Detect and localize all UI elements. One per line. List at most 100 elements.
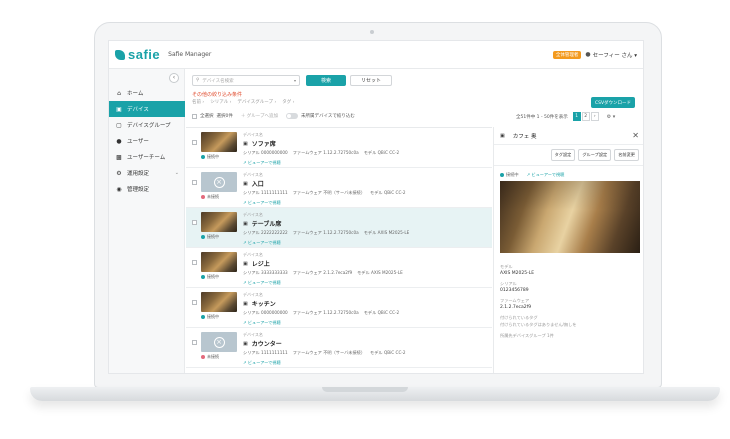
video-camera-icon: ▣ <box>500 132 505 139</box>
thumbnail-wrap: 接続中 <box>201 292 237 320</box>
sidebar-item-label: ユーザー <box>127 139 149 145</box>
laptop-camera <box>370 30 374 34</box>
search-input[interactable]: ⚲ デバイス名検索 ▾ <box>192 75 300 86</box>
sidebar-item-admin-settings[interactable]: ◉ 管理設定 <box>109 181 185 197</box>
device-row-kitchen[interactable]: 接続中 デバイス名 ▣ キッチン シリアル 0000000000 ファームウェア 1… <box>186 288 492 328</box>
open-viewer-link[interactable]: ↗ ビューアーで視聴 <box>243 240 492 246</box>
row-checkbox[interactable] <box>192 140 197 145</box>
camera-thumbnail[interactable] <box>201 292 237 312</box>
app-screen: safie Safie Manager 全体管理者 ● セーフィー さん ▾ ‹… <box>108 40 644 374</box>
open-viewer-link[interactable]: ↗ ビューアーで視聴 <box>243 200 492 206</box>
device-info: デバイス名 ▣ キッチン シリアル 0000000000 ファームウェア 1.12.… <box>243 292 492 326</box>
csv-download-button[interactable]: CSVダウンロード <box>591 97 635 108</box>
detail-actions: タグ設定 グループ設定 名前変更 <box>494 145 643 166</box>
viewer-link-label: ビューアーで視聴 <box>247 240 281 245</box>
folder-icon: ▢ <box>116 121 122 129</box>
camera-thumbnail[interactable]: × <box>201 172 237 192</box>
select-all-checkbox[interactable] <box>192 113 197 119</box>
unassigned-filter-toggle[interactable] <box>286 113 299 119</box>
device-name: キッチン <box>251 301 276 308</box>
status-dot <box>201 235 205 239</box>
camera-thumbnail[interactable] <box>201 212 237 232</box>
row-checkbox[interactable] <box>192 300 197 305</box>
home-icon: ⌂ <box>117 89 121 97</box>
open-viewer-link[interactable]: ↗ ビューアーで視聴 <box>243 280 492 286</box>
sidebar-item-users[interactable]: ● ユーザー <box>109 133 185 149</box>
filter-tag[interactable]: タグ › <box>282 99 294 105</box>
device-info: デバイス名 ▣ テーブル席 シリアル 2222222222 ファームウェア 1.12… <box>243 212 492 246</box>
sidebar-nav: ⌂ ホーム ▣ デバイス ▢ デバイスグループ ● ユーザー ▩ ユーザーチーム… <box>109 85 185 197</box>
device-row-counter[interactable]: × 未接続 デバイス名 ▣ カウンター シリアル 1111111111 ファームウェ… <box>186 328 492 368</box>
row-checkbox[interactable] <box>192 180 197 185</box>
open-viewer-link[interactable]: ↗ ビューアーで視聴 <box>527 172 565 178</box>
sidebar-item-home[interactable]: ⌂ ホーム <box>109 85 185 101</box>
logo[interactable]: safie <box>115 47 160 62</box>
row-checkbox[interactable] <box>192 220 197 225</box>
device-name-label: デバイス名 <box>243 332 263 337</box>
open-viewer-link[interactable]: ↗ ビューアーで視聴 <box>243 360 492 366</box>
admin-icon: ◉ <box>116 185 122 193</box>
sidebar-item-device-groups[interactable]: ▢ デバイスグループ <box>109 117 185 133</box>
more-filters-title[interactable]: その他の絞り込み条件 <box>192 91 242 98</box>
group-settings-button[interactable]: グループ設定 <box>578 149 612 161</box>
detail-title: カフェ 奥 <box>512 133 537 140</box>
collapse-sidebar-button[interactable]: ‹ <box>169 73 179 83</box>
viewer-link-label: ビューアーで視聴 <box>247 320 281 325</box>
device-name: カウンター <box>251 341 282 348</box>
camera-preview[interactable] <box>500 181 640 253</box>
serial-value: 0123456789 <box>500 288 529 293</box>
device-row-register[interactable]: 接続中 デバイス名 ▣ レジ上 シリアル 3333333333 ファームウェア 2.… <box>186 248 492 288</box>
thumbnail-wrap: × 未接続 <box>201 172 237 200</box>
list-settings-button[interactable]: ⚙ ▾ <box>607 114 616 120</box>
add-to-group-button[interactable]: ＋ グループへ追加 <box>241 113 278 119</box>
user-menu[interactable]: 全体管理者 ● セーフィー さん ▾ <box>552 50 637 59</box>
device-meta: シリアル 2222222222 ファームウェア 1.12.2.72750c0a モデ… <box>243 230 492 236</box>
device-name: レジ上 <box>251 261 270 268</box>
model: モデル QBiC CC-2 <box>370 350 406 355</box>
firmware: ファームウェア 不明（サーバ未接続） <box>292 350 366 355</box>
camera-thumbnail[interactable] <box>201 132 237 152</box>
thumbnail-wrap: 接続中 <box>201 252 237 280</box>
filter-device-group[interactable]: デバイスグループ › <box>237 99 276 105</box>
video-camera-icon: ▣ <box>243 140 248 147</box>
sidebar-item-user-teams[interactable]: ▩ ユーザーチーム <box>109 149 185 165</box>
reset-button[interactable]: リセット <box>350 75 392 86</box>
open-viewer-link[interactable]: ↗ ビューアーで視聴 <box>243 320 492 326</box>
camera-icon: ▣ <box>116 105 122 113</box>
device-name-line: ▣ レジ上 <box>243 259 492 269</box>
filter-name[interactable]: 名前 › <box>192 99 204 105</box>
unassigned-filter-label: 未所属デバイスで絞り込む <box>301 114 355 119</box>
device-row-entrance[interactable]: × 未接続 デバイス名 ▣ 入口 シリアル 1111111111 ファームウェア 不… <box>186 168 492 208</box>
status-text: 未接続 <box>207 354 219 359</box>
firmware-value: 2.1.2.7eca2f9 <box>500 305 532 310</box>
detail-fields: モデル AXIS M2025-LE シリアル 0123456789 ファームウェ… <box>494 253 643 345</box>
serial: シリアル 3333333333 <box>243 270 288 275</box>
status-badge: 接続中 <box>201 274 237 280</box>
logo-text: safie <box>128 47 161 62</box>
close-icon[interactable]: ✕ <box>632 131 639 140</box>
search-button[interactable]: 検索 <box>306 75 346 86</box>
device-name: ソファ席 <box>251 141 276 148</box>
sidebar-item-operation-settings[interactable]: ⚙ 運用設定 ⌄ <box>109 165 185 181</box>
device-meta: シリアル 1111111111 ファームウェア 不明（サーバ未接続） モデル QBi… <box>243 190 492 196</box>
page-2-button[interactable]: 2 <box>581 112 590 121</box>
sidebar-item-devices[interactable]: ▣ デバイス <box>109 101 185 117</box>
rename-button[interactable]: 名前変更 <box>614 149 639 161</box>
open-viewer-link[interactable]: ↗ ビューアーで視聴 <box>243 160 492 166</box>
row-checkbox[interactable] <box>192 340 197 345</box>
serial: シリアル 0000000000 <box>243 150 288 155</box>
page-1-button[interactable]: 1 <box>572 112 581 121</box>
next-page-button[interactable]: › <box>590 112 599 121</box>
camera-thumbnail[interactable] <box>201 252 237 272</box>
sidebar-item-label: ユーザーチーム <box>127 155 166 161</box>
status-text: 接続中 <box>207 154 219 159</box>
row-checkbox[interactable] <box>192 260 197 265</box>
device-row-table[interactable]: 接続中 デバイス名 ▣ テーブル席 シリアル 2222222222 ファームウェア … <box>186 208 492 248</box>
tag-settings-button[interactable]: タグ設定 <box>550 149 576 161</box>
user-icon: ● <box>116 137 122 145</box>
sidebar-item-label: 管理設定 <box>127 187 150 193</box>
filter-serial[interactable]: シリアル › <box>210 99 231 105</box>
device-row-sofa[interactable]: 接続中 デバイス名 ▣ ソファ席 シリアル 0000000000 ファームウェア 1… <box>186 128 492 168</box>
thumbnail-wrap: 接続中 <box>201 132 237 160</box>
camera-thumbnail[interactable]: × <box>201 332 237 352</box>
